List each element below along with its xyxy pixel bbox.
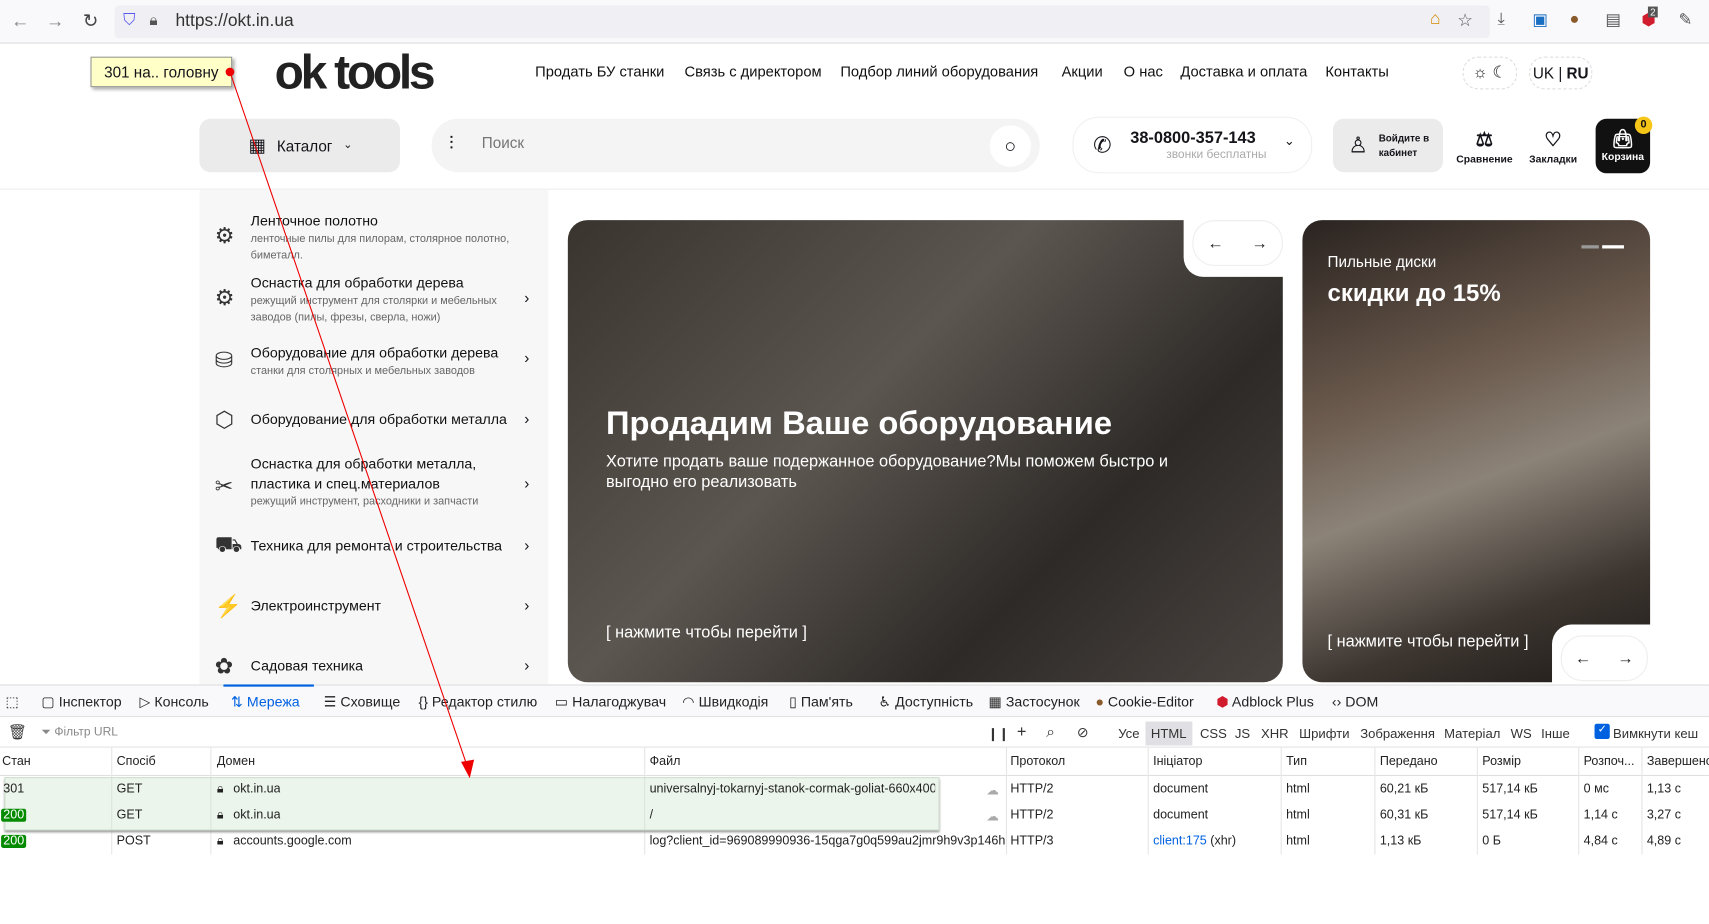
arrow-origin-dot — [225, 67, 235, 77]
arrow-line — [229, 71, 469, 768]
annotation-arrow — [225, 67, 475, 779]
arrow-head — [461, 759, 475, 779]
